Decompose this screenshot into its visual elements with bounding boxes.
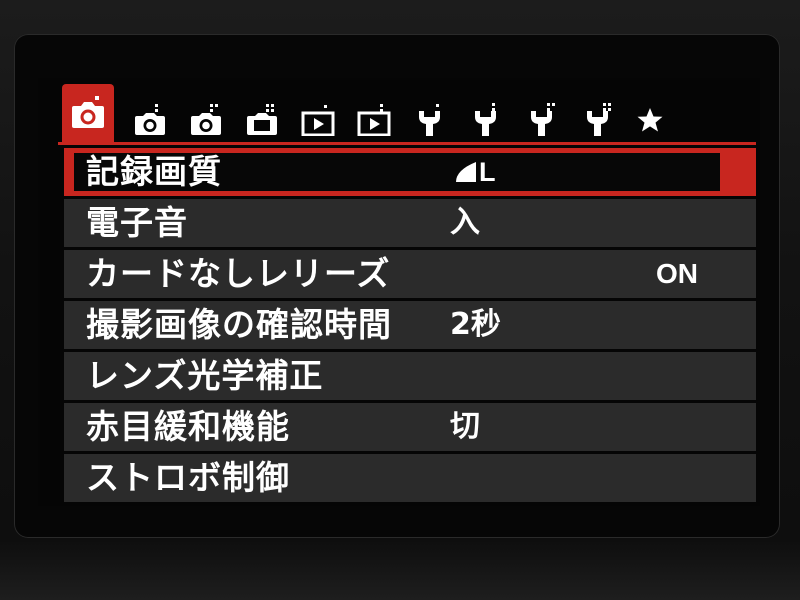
menu-item-label: 記録画質 <box>86 152 222 191</box>
tab-shooting-1[interactable] <box>62 84 114 142</box>
star-icon <box>637 108 663 132</box>
menu-item-value: 入 <box>450 205 480 240</box>
menu-item-red-eye-reduction[interactable]: 赤目緩和機能 切 <box>64 403 756 451</box>
playback-icon <box>357 104 391 136</box>
camera-body-lower <box>0 540 800 600</box>
menu-item-lens-aberration-correction[interactable]: レンズ光学補正 <box>64 352 756 400</box>
camera-icon <box>72 96 104 128</box>
menu-item-flash-control[interactable]: ストロボ制御 <box>64 454 756 502</box>
menu-item-value: 切 <box>450 409 480 444</box>
menu-item-label: 赤目緩和機能 <box>86 407 290 446</box>
tab-setup-4[interactable] <box>576 102 620 138</box>
menu-item-label: レンズ光学補正 <box>86 356 324 395</box>
menu-item-value: ON <box>656 258 698 289</box>
wrench-icon <box>587 103 611 136</box>
camera-icon <box>135 104 165 135</box>
tab-playback-1[interactable] <box>296 102 340 138</box>
shooting-menu-list: 記録画質 L 電子音 入 カードなしレリーズ ON 撮影画像の確認時間 2秒 レ… <box>64 148 756 505</box>
menu-item-label: ストロボ制御 <box>86 458 290 497</box>
menu-item-release-without-card[interactable]: カードなしレリーズ ON <box>64 250 756 298</box>
tab-my-menu[interactable] <box>628 102 672 138</box>
tab-shooting-3[interactable] <box>184 102 228 138</box>
image-quality-value: L <box>454 158 496 186</box>
wrench-icon <box>475 103 496 136</box>
menu-tab-bar <box>58 84 698 142</box>
playback-icon <box>301 105 335 136</box>
camera-icon <box>247 104 277 135</box>
camera-icon <box>191 104 221 135</box>
tab-setup-3[interactable] <box>520 102 564 138</box>
quality-size-label: L <box>479 157 496 187</box>
menu-item-beep[interactable]: 電子音 入 <box>64 199 756 247</box>
wrench-icon <box>531 103 555 136</box>
menu-item-label: 電子音 <box>86 203 188 242</box>
menu-item-image-quality[interactable]: 記録画質 L <box>64 148 756 196</box>
tab-setup-1[interactable] <box>408 102 452 138</box>
tab-underline <box>58 142 756 145</box>
menu-item-label: 撮影画像の確認時間 <box>86 305 392 344</box>
menu-item-label: カードなしレリーズ <box>86 254 391 293</box>
tab-setup-2[interactable] <box>464 102 508 138</box>
menu-item-image-review-time[interactable]: 撮影画像の確認時間 2秒 <box>64 301 756 349</box>
menu-item-value: 2秒 <box>450 307 501 342</box>
quality-fine-icon <box>456 162 476 182</box>
tab-playback-2[interactable] <box>352 102 396 138</box>
tab-shooting-2[interactable] <box>128 102 172 138</box>
tab-shooting-4[interactable] <box>240 102 284 138</box>
wrench-icon <box>419 104 440 136</box>
